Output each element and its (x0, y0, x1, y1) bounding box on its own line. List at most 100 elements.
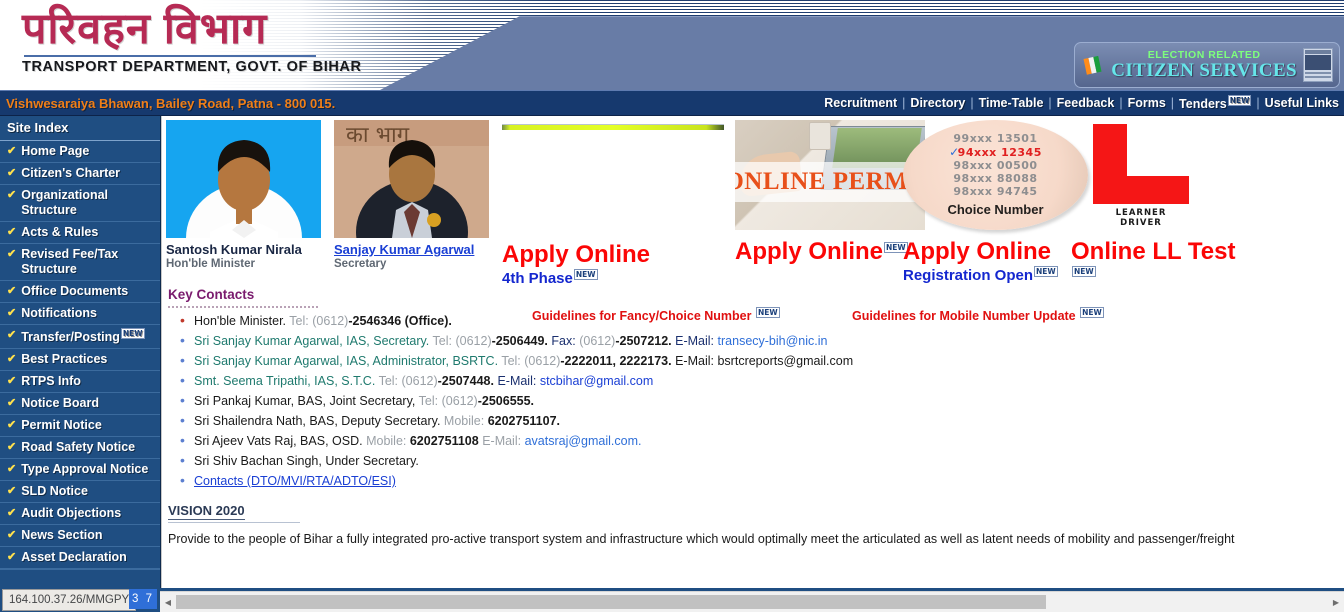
contacts-directory-link[interactable]: Contacts (DTO/MVI/RTA/ADTO/ESI) (194, 474, 396, 488)
tel-label: Tel: (432, 334, 452, 348)
main-content: Santosh Kumar Nirala Hon'ble Minister का… (161, 116, 1344, 590)
nav-item-tenders-label: Tenders (1179, 97, 1227, 112)
election-citizen-services-badge[interactable]: ELECTION RELATED CITIZEN SERVICES (1074, 42, 1340, 88)
email-link[interactable]: avatsraj@gmail.com. (525, 434, 642, 448)
official-name[interactable]: Sanjay Kumar Agarwal (334, 242, 494, 257)
contact-name: Hon'ble Minister. (194, 314, 287, 328)
office-address: Vishwesaraiya Bhawan, Bailey Road, Patna… (6, 95, 336, 111)
contact-name: Sri Sanjay Kumar Agarwal, IAS, Secretary… (194, 334, 430, 348)
sidebar-item-label: Best Practices (21, 352, 108, 367)
banner-row: Santosh Kumar Nirala Hon'ble Minister का… (162, 116, 1344, 287)
choice-number-row-highlighted: ✓94xxx 12345 (949, 145, 1042, 159)
contact-row-osd: Sri Ajeev Vats Raj, BAS, OSD. Mobile: 62… (168, 433, 1344, 454)
nav-item-feedback[interactable]: Feedback (1052, 96, 1120, 110)
choice-number-row: 98xxx 88088 (953, 172, 1038, 185)
official-card-secretary[interactable]: का भाग Sanjay Kumar Agarwal Secretary (334, 120, 494, 271)
choice-number-row: 98xxx 00500 (953, 159, 1038, 172)
contacts-list: Hon'ble Minister. Tel: (0612)-2546346 (O… (168, 313, 1344, 494)
nav-item-directory[interactable]: Directory (905, 96, 970, 110)
body-wrapper: Site Index ✔ Home Page ✔ Citizen's Chart… (0, 116, 1344, 590)
site-logo[interactable]: परिवहन विभाग TRANSPORT DEPARTMENT, GOVT.… (22, 4, 362, 75)
sidebar-item-home-page[interactable]: ✔ Home Page (0, 141, 160, 163)
nav-item-forms[interactable]: Forms (1123, 96, 1171, 110)
horizontal-scrollbar[interactable]: ◀ ▶ (160, 591, 1344, 612)
choice-number-banner-image: 99xxx 13501 ✓94xxx 12345 98xxx 00500 98x… (903, 120, 1088, 230)
vision-text: Provide to the people of Bihar a fully i… (168, 532, 1235, 546)
sidebar-item-type-approval-notice[interactable]: ✔ Type Approval Notice (0, 459, 160, 482)
badge-line-1: ELECTION RELATED (1147, 48, 1261, 61)
nav-item-tenders[interactable]: Tenders NEW (1174, 94, 1256, 112)
sidebar-item-revised-fee-tax-structure[interactable]: ✔ Revised Fee/Tax Structure (0, 244, 160, 281)
sidebar-item-label: Transfer/Posting NEW (21, 328, 145, 345)
choice-number-label: Choice Number (947, 202, 1044, 217)
nav-item-recruitment[interactable]: Recruitment (819, 96, 902, 110)
nav-item-time-table[interactable]: Time-Table (974, 96, 1049, 110)
sidebar-item-transfer-posting[interactable]: ✔ Transfer/Posting NEW (0, 325, 160, 350)
vision-heading: VISION 2020 (168, 503, 245, 520)
sidebar-item-label: RTPS Info (21, 374, 81, 389)
nav-item-useful-links[interactable]: Useful Links (1260, 96, 1344, 110)
email-label: E-Mail: (675, 354, 714, 368)
banner-title: Apply Online (903, 238, 1052, 265)
tel-label: Tel: (289, 314, 309, 328)
sidebar-item-citizens-charter[interactable]: ✔ Citizen's Charter (0, 163, 160, 185)
sidebar-item-road-safety-notice[interactable]: ✔ Road Safety Notice (0, 437, 160, 460)
contact-name: Sri Sanjay Kumar Agarwal, IAS, Administr… (194, 354, 499, 368)
sidebar-item-notifications[interactable]: ✔ Notifications (0, 303, 160, 325)
scrollbar-track[interactable] (176, 595, 1328, 609)
tel-label: Tel: (501, 354, 521, 368)
email-link[interactable]: stcbihar@gmail.com (540, 374, 653, 388)
sidebar-title: Site Index (0, 116, 160, 141)
contact-name: Sri Pankaj Kumar, BAS, Joint Secretary, (194, 394, 416, 408)
banner-apply-online-choice-number[interactable]: 99xxx 13501 ✓94xxx 12345 98xxx 00500 98x… (903, 120, 1088, 285)
sidebar-item-asset-declaration[interactable]: ✔ Asset Declaration (0, 547, 160, 570)
fax-code: (0612) (579, 334, 616, 348)
check-icon: ✔ (7, 353, 17, 366)
banner-apply-online-4th-phase[interactable]: Apply Online 4th Phase NEW (502, 120, 727, 288)
sidebar-item-news-section[interactable]: ✔ News Section (0, 525, 160, 548)
scroll-right-arrow-icon[interactable]: ▶ (1328, 598, 1344, 607)
check-icon: ✔ (7, 226, 17, 238)
banner-apply-online-permit[interactable]: ONLINE PERMIT Apply OnlineNEW (735, 120, 925, 266)
tel-number: -2506449. (491, 334, 548, 348)
email-label: E-Mail: (497, 374, 537, 388)
tel-code: (0612) (441, 394, 478, 408)
secretary-photo: का भाग (334, 120, 489, 238)
sidebar-item-audit-objections[interactable]: ✔ Audit Objections (0, 503, 160, 526)
choice-number-row: 99xxx 13501 (953, 132, 1038, 145)
badge-line-2: CITIZEN SERVICES (1111, 59, 1297, 81)
sidebar-item-office-documents[interactable]: ✔ Office Documents (0, 281, 160, 303)
email-link[interactable]: transecy-bih@nic.in (718, 334, 828, 348)
sidebar-item-notice-board[interactable]: ✔ Notice Board (0, 393, 160, 416)
tel-number: -2506555. (477, 394, 535, 408)
sidebar-item-permit-notice[interactable]: ✔ Permit Notice (0, 415, 160, 438)
sidebar-item-label: News Section (21, 528, 103, 543)
sidebar-item-label: SLD Notice (21, 484, 88, 499)
check-icon: ✔ (7, 145, 17, 157)
sidebar-item-sld-notice[interactable]: ✔ SLD Notice (0, 481, 160, 504)
banner-online-ll-test[interactable]: LEARNER DRIVER Online LL Test NEW (1071, 120, 1235, 278)
sidebar-item-acts-and-rules[interactable]: ✔ Acts & Rules (0, 222, 160, 244)
site-header: परिवहन विभाग TRANSPORT DEPARTMENT, GOVT.… (0, 0, 1344, 90)
sidebar-item-rtps-info[interactable]: ✔ RTPS Info (0, 371, 160, 394)
sidebar-item-label: Notifications (21, 306, 97, 320)
official-card-minister[interactable]: Santosh Kumar Nirala Hon'ble Minister (166, 120, 326, 271)
sidebar-filler (0, 569, 160, 571)
mobile-number: 6202751108 (409, 434, 479, 448)
sidebar-item-organizational-structure[interactable]: ✔ Organizational Structure (0, 185, 160, 222)
tel-code: (0612) (312, 314, 349, 328)
check-icon: ✔ (7, 551, 17, 564)
permit-banner-text: ONLINE PERMIT (735, 168, 925, 195)
email-link[interactable]: bsrtcreports@gmail.com (717, 354, 853, 368)
sidebar-item-label: Revised Fee/Tax Structure (21, 247, 119, 276)
sidebar-item-label: Asset Declaration (21, 550, 127, 565)
scroll-left-arrow-icon[interactable]: ◀ (160, 598, 176, 607)
voter-id-card-icon (1303, 48, 1333, 82)
scrollbar-thumb[interactable] (176, 595, 1046, 609)
tel-number: -2507448. (437, 374, 494, 388)
online-permit-banner-image: ONLINE PERMIT (735, 120, 925, 230)
new-badge: NEW (573, 269, 598, 280)
check-icon: ✔ (7, 375, 17, 388)
check-icon: ✔ (7, 463, 17, 476)
sidebar-item-best-practices[interactable]: ✔ Best Practices (0, 349, 160, 372)
